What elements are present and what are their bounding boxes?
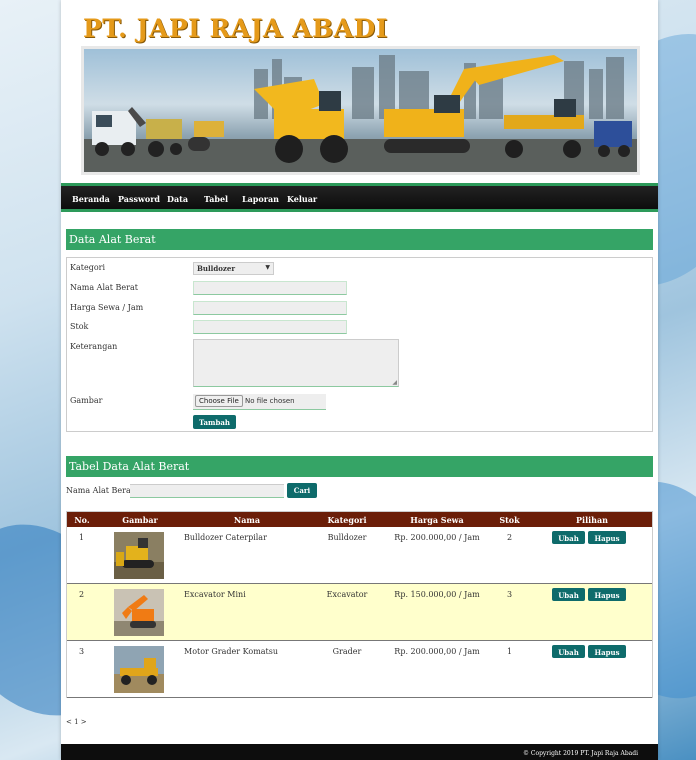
nav-tabel[interactable]: Tabel bbox=[204, 194, 228, 204]
form-box: Kategori Bulldozer ▼ Nama Alat Berat Har… bbox=[66, 257, 653, 432]
brand-title: PT. JAPI RAJA ABADI bbox=[83, 14, 388, 43]
cell-nama: Motor Grader Komatsu bbox=[184, 647, 279, 656]
nav-keluar[interactable]: Keluar bbox=[287, 194, 317, 204]
tambah-button[interactable]: Tambah bbox=[193, 415, 236, 429]
pagination[interactable]: < 1 > bbox=[66, 718, 87, 726]
cell-harga: Rp. 150.000,00 / Jam bbox=[394, 590, 480, 599]
resize-grip-icon[interactable]: ◢ bbox=[392, 379, 397, 386]
cell-kategori: Grader bbox=[332, 647, 362, 656]
label-harga: Harga Sewa / Jam bbox=[70, 303, 144, 312]
hapus-button[interactable]: Hapus bbox=[588, 588, 626, 601]
th-gambar: Gambar bbox=[122, 515, 158, 525]
label-nama: Nama Alat Berat bbox=[70, 283, 138, 292]
data-table: No. Gambar Nama Kategori Harga Sewa Stok… bbox=[66, 511, 653, 698]
harga-sewa-field[interactable] bbox=[193, 301, 347, 315]
cell-no: 2 bbox=[79, 590, 85, 599]
table-row: 1 Bulldozer Caterpilar Bulldozer Rp. 200… bbox=[67, 527, 652, 584]
cell-kategori: Excavator bbox=[326, 590, 368, 599]
table-title: Tabel Data Alat Berat bbox=[66, 456, 653, 477]
banner-image bbox=[81, 46, 640, 175]
th-pilihan: Pilihan bbox=[576, 515, 608, 525]
th-nama: Nama bbox=[233, 515, 261, 525]
cell-nama: Bulldozer Caterpilar bbox=[184, 533, 267, 542]
nav-laporan[interactable]: Laporan bbox=[242, 194, 279, 204]
keterangan-textarea[interactable]: ◢ bbox=[193, 339, 399, 387]
cell-stok: 1 bbox=[506, 647, 513, 656]
label-gambar: Gambar bbox=[70, 396, 103, 405]
th-harga: Harga Sewa bbox=[410, 515, 464, 525]
th-kategori: Kategori bbox=[327, 515, 367, 525]
table-row: 3 Motor Grader Komatsu Grader Rp. 200.00… bbox=[67, 641, 652, 698]
cell-stok: 2 bbox=[506, 533, 513, 542]
table-header: No. Gambar Nama Kategori Harga Sewa Stok… bbox=[67, 512, 652, 527]
cell-harga: Rp. 200.000,00 / Jam bbox=[394, 647, 480, 656]
label-keterangan: Keterangan bbox=[70, 342, 118, 351]
nav-beranda[interactable]: Beranda bbox=[72, 194, 110, 204]
page-container: PT. JAPI RAJA ABADI Beranda Password Dat… bbox=[61, 0, 658, 760]
nav-password[interactable]: Password bbox=[118, 194, 160, 204]
gambar-file-input[interactable]: Choose File No file chosen bbox=[193, 394, 326, 410]
choose-file-button[interactable]: Choose File bbox=[195, 395, 243, 407]
table-row: 2 Excavator Mini Excavator Rp. 150.000,0… bbox=[67, 584, 652, 641]
form-title: Data Alat Berat bbox=[66, 229, 653, 250]
label-stok: Stok bbox=[70, 322, 89, 331]
grader-thumbnail bbox=[114, 646, 164, 693]
nav-data[interactable]: Data bbox=[167, 194, 188, 204]
cari-button[interactable]: Cari bbox=[287, 483, 317, 498]
cell-no: 1 bbox=[79, 533, 85, 542]
ubah-button[interactable]: Ubah bbox=[552, 588, 585, 601]
th-no: No. bbox=[74, 515, 90, 525]
stok-field[interactable] bbox=[193, 320, 347, 334]
kategori-value: Bulldozer bbox=[197, 264, 236, 273]
kategori-select[interactable]: Bulldozer ▼ bbox=[193, 262, 274, 275]
cell-stok: 3 bbox=[506, 590, 513, 599]
hapus-button[interactable]: Hapus bbox=[588, 531, 626, 544]
file-status: No file chosen bbox=[245, 397, 295, 405]
footer: © Copyright 2019 PT. Japi Raja Abadi bbox=[61, 744, 658, 760]
ubah-button[interactable]: Ubah bbox=[552, 531, 585, 544]
search-label: Nama Alat Berat : bbox=[66, 486, 140, 495]
search-input[interactable] bbox=[130, 484, 284, 498]
cell-harga: Rp. 200.000,00 / Jam bbox=[394, 533, 480, 542]
label-kategori: Kategori bbox=[70, 263, 106, 272]
hapus-button[interactable]: Hapus bbox=[588, 645, 626, 658]
bulldozer-thumbnail bbox=[114, 532, 164, 579]
nama-alat-field[interactable] bbox=[193, 281, 347, 295]
main-navbar: Beranda Password Data Tabel Laporan Kelu… bbox=[61, 183, 658, 212]
ubah-button[interactable]: Ubah bbox=[552, 645, 585, 658]
cell-kategori: Bulldozer bbox=[327, 533, 367, 542]
cell-nama: Excavator Mini bbox=[184, 590, 246, 599]
cell-no: 3 bbox=[79, 647, 85, 656]
th-stok: Stok bbox=[499, 515, 520, 525]
excavator-thumbnail bbox=[114, 589, 164, 636]
chevron-down-icon: ▼ bbox=[265, 264, 270, 271]
copyright-text: © Copyright 2019 PT. Japi Raja Abadi bbox=[522, 750, 638, 757]
header: PT. JAPI RAJA ABADI bbox=[61, 0, 658, 183]
